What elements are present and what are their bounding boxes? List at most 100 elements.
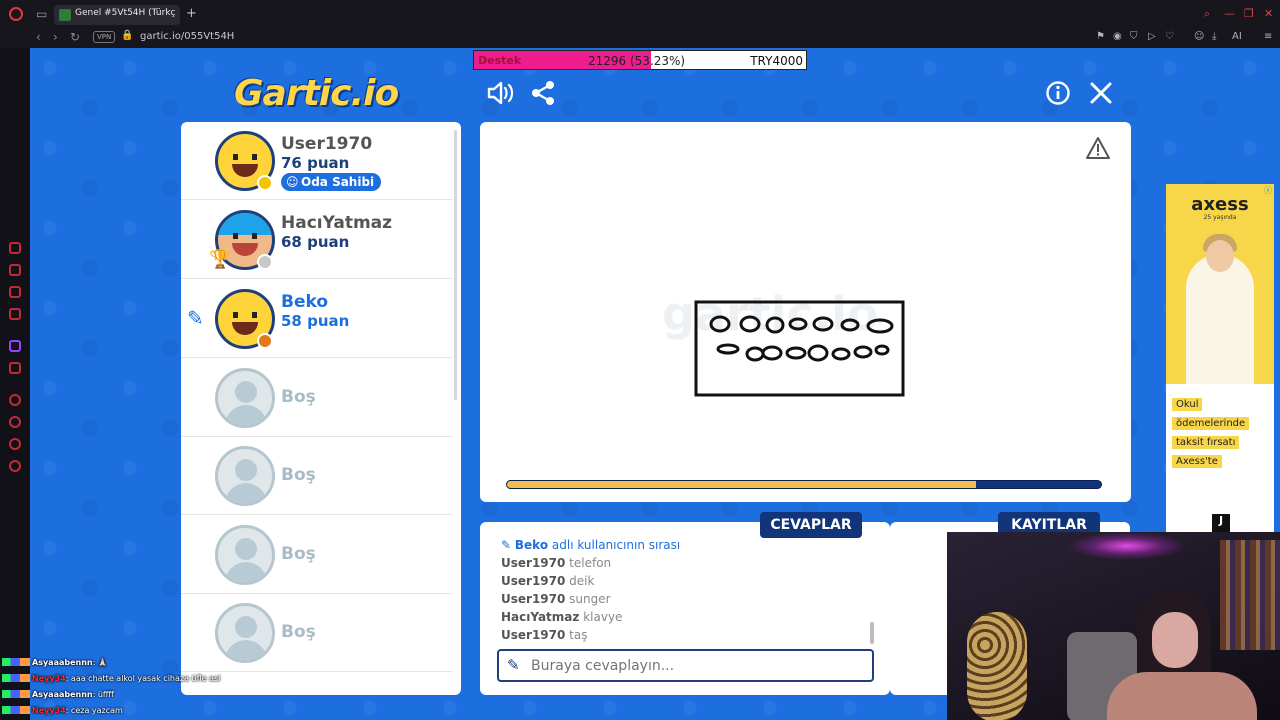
sidebar-icon-8[interactable] [9, 438, 21, 450]
chat-line: Asyaaabennn: 🙏🏻 [2, 658, 108, 670]
vpn-badge[interactable]: VPN [93, 31, 116, 43]
status-dot [257, 175, 273, 191]
maximize-icon[interactable]: ❐ [1244, 7, 1254, 20]
settings-icon[interactable] [9, 460, 21, 472]
ad-tagline: Axess'te [1172, 455, 1222, 468]
empty-slot[interactable]: Boş [181, 437, 453, 515]
tab-title: Genel #5Vt54H (Türkçe) - G [75, 8, 175, 18]
chat-message: : ceza yazcam [65, 706, 123, 715]
ad-brand-sub: 25 yaşında [1203, 214, 1237, 221]
drawing-canvas[interactable]: gartic.io [480, 122, 1131, 502]
guess-user: User1970 [501, 592, 566, 606]
svg-text:gartic.io: gartic.io [662, 287, 879, 341]
new-tab-button[interactable]: + [186, 6, 197, 21]
close-window-icon[interactable]: ✕ [1264, 7, 1273, 20]
bookmark-icon[interactable]: ⚑ [1096, 31, 1105, 42]
drawing-keyboard-sketch: gartic.io [662, 287, 905, 397]
forward-icon[interactable]: › [53, 30, 58, 44]
twitch-icon[interactable] [9, 340, 21, 352]
players-scrollbar[interactable] [454, 130, 457, 400]
url-field[interactable]: gartic.io/055Vt54H [140, 31, 234, 42]
trophy-icon: 🏆 [209, 249, 232, 270]
advertisement[interactable]: axess 25 yaşında ⓧ Okul ödemelerinde tak… [1166, 184, 1274, 534]
chat-badges-icon [2, 690, 30, 698]
guess-user: HacıYatmaz [501, 610, 580, 624]
minimize-icon[interactable]: — [1224, 7, 1235, 20]
webcam-overlay [947, 532, 1280, 720]
chat-message: : üffff [92, 690, 114, 699]
empty-slot-label: Boş [281, 387, 316, 407]
ad-tagline: ödemelerinde [1172, 417, 1250, 430]
ad-tagline: taksit fırsatı [1172, 436, 1240, 449]
chat-user: Asyaaabennn [32, 658, 93, 667]
empty-avatar-icon [215, 446, 275, 506]
reload-icon[interactable]: ↻ [70, 30, 80, 44]
empty-slot[interactable]: Boş [181, 516, 453, 594]
sidebar-icon-4[interactable] [9, 308, 21, 320]
sidebar-icon-7[interactable] [9, 416, 21, 428]
empty-slot-label: Boş [281, 622, 316, 642]
chat-badges-icon [2, 706, 30, 714]
turn-text: adlı kullanıcının sırası [551, 538, 681, 552]
sidebar-icon-5[interactable] [9, 362, 21, 374]
tab-menu-icon[interactable]: ▭ [36, 7, 47, 21]
guess-text: deik [569, 574, 595, 588]
status-dot [257, 254, 273, 270]
player-row-beko[interactable]: ✎ Beko 58 puan [181, 280, 453, 358]
shield-icon[interactable]: ⛉ [1130, 31, 1138, 42]
guess-text: klavye [583, 610, 623, 624]
profile-icon[interactable]: ☺ [1194, 31, 1204, 42]
sidebar-icon-3[interactable] [9, 286, 21, 298]
close-icon[interactable] [1088, 80, 1114, 112]
tab-answers[interactable]: CEVAPLAR [760, 512, 862, 538]
ad-tagline: Okul [1172, 398, 1203, 411]
ad-brand: axess [1191, 194, 1249, 215]
lock-icon[interactable]: 🔒 [121, 30, 133, 41]
opera-logo-icon[interactable] [9, 7, 23, 21]
answers-scrollbar[interactable] [870, 622, 874, 644]
sidebar-icon-2[interactable] [9, 264, 21, 276]
ad-close-icon[interactable]: ⓧ [1264, 185, 1272, 196]
info-icon[interactable] [1045, 80, 1071, 112]
ai-button[interactable]: AI [1232, 31, 1242, 42]
gartic-logo[interactable]: Gartic.io [234, 73, 399, 114]
back-icon[interactable]: ‹ [36, 30, 41, 44]
player-points: 76 puan [281, 154, 350, 172]
player-points: 68 puan [281, 233, 350, 251]
gartic-favicon-icon [59, 9, 71, 21]
report-warning-icon[interactable] [1085, 136, 1111, 166]
chat-user: Neyy34 [32, 706, 66, 715]
play-icon[interactable]: ▷ [1148, 31, 1156, 42]
share-icon[interactable] [530, 80, 556, 112]
streamer-body [1107, 672, 1257, 720]
answer-input-box[interactable]: ✎ [497, 649, 874, 682]
empty-slot[interactable]: Boş [181, 359, 453, 437]
chat-message: : aaa chatte alkol yasak cihaza üfle asl [65, 674, 221, 683]
donation-goal-bar: Destek 21296 (53.23%) TRY4000 [473, 50, 807, 70]
chat-line: Neyy34: aaa chatte alkol yasak cihaza üf… [2, 674, 220, 686]
stream-chat-overlay: Asyaaabennn: 🙏🏻 Neyy34: aaa chatte alkol… [0, 656, 240, 720]
heart-icon[interactable]: ♡ [1165, 31, 1174, 42]
chat-line: Neyy34: ceza yazcam [2, 706, 123, 718]
browser-tab-gartic[interactable]: Genel #5Vt54H (Türkçe) - G [54, 5, 180, 25]
camera-icon[interactable]: ◉ [1113, 31, 1122, 42]
sidebar-icon-1[interactable] [9, 242, 21, 254]
sidebar-icon-6[interactable] [9, 394, 21, 406]
empty-avatar-icon [215, 603, 275, 663]
download-icon[interactable]: ⤓ [1212, 31, 1216, 42]
chat-message: : 🙏🏻 [92, 658, 108, 667]
guess-user: User1970 [501, 574, 566, 588]
answer-input[interactable] [531, 656, 861, 676]
player-row-haciyatmaz[interactable]: 🏆 HacıYatmaz 68 puan [181, 201, 453, 279]
donation-label: Destek [478, 54, 522, 67]
donation-amount: 21296 (53.23%) [588, 54, 686, 68]
logo-main: Gartic [234, 73, 351, 114]
guess-line: User1970 telefon [501, 556, 611, 570]
chat-line: Asyaaabennn: üffff [2, 690, 114, 702]
chat-user: Neyy34 [32, 674, 66, 683]
sound-icon[interactable] [486, 80, 514, 112]
player-row-user1970[interactable]: User1970 76 puan Oda Sahibi [181, 122, 453, 200]
menu-icon[interactable]: ≡ [1264, 31, 1272, 42]
search-icon[interactable]: ⌕ [1204, 7, 1210, 21]
player-name: HacıYatmaz [281, 213, 393, 233]
